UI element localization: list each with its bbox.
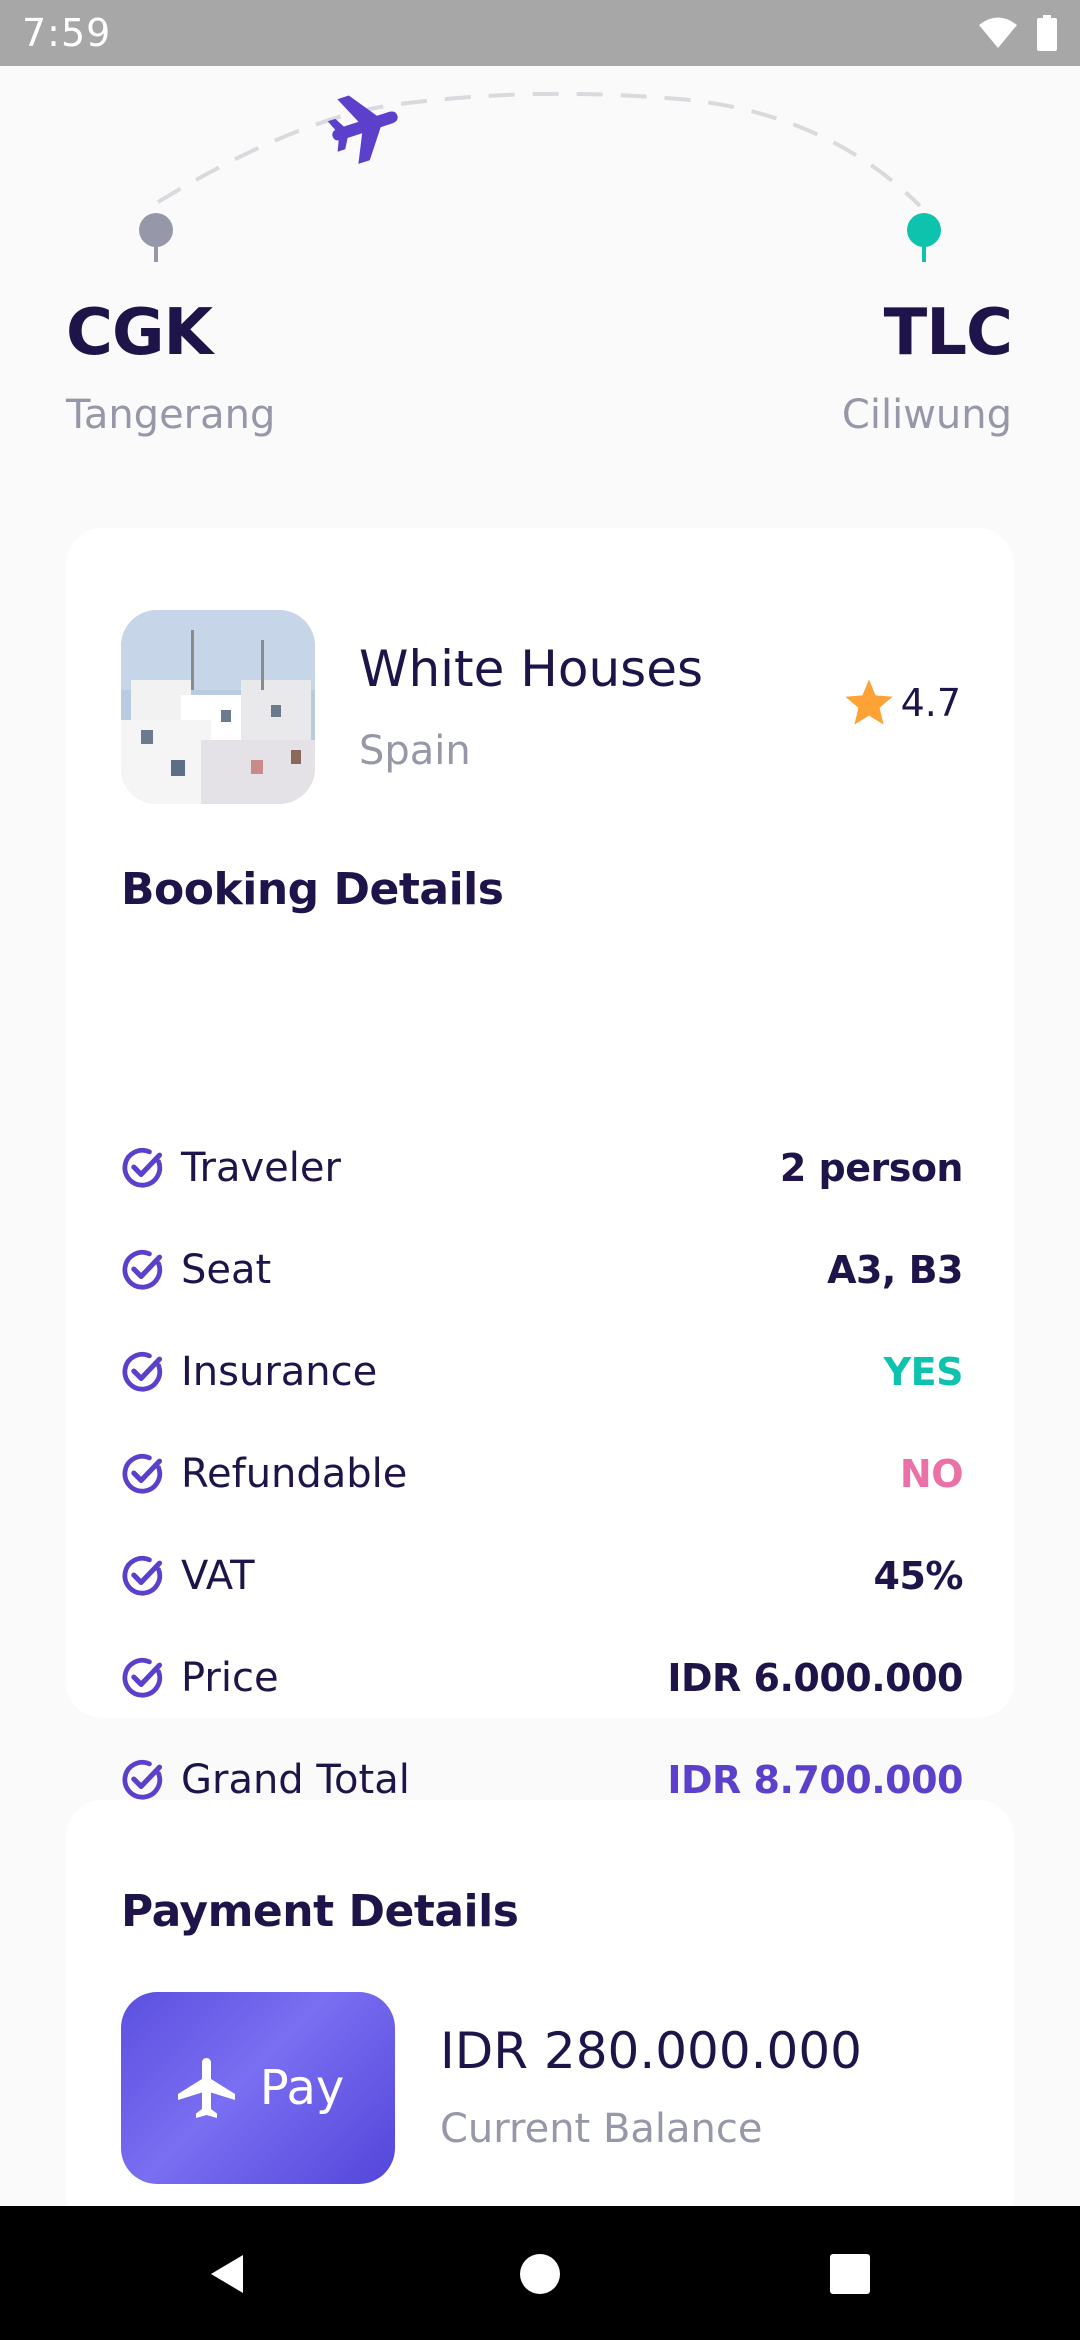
- recents-icon: [830, 2254, 870, 2294]
- destination-pin-icon: [907, 213, 941, 262]
- rating-value: 4.7: [900, 681, 961, 725]
- route-arc: [139, 91, 941, 262]
- check-circle-icon: [122, 1249, 163, 1290]
- booking-card: White Houses Spain 4.7 Booking Details T…: [66, 528, 1014, 1803]
- check-circle-icon: [122, 1351, 163, 1392]
- check-circle-icon: [122, 1453, 163, 1494]
- navigation-bar: [0, 2206, 1080, 2340]
- check-circle-icon: [122, 1657, 163, 1698]
- booking-row-seat: Seat A3, B3: [121, 1240, 963, 1300]
- check-circle-icon: [122, 1759, 163, 1800]
- pay-button-label: Pay: [259, 2060, 345, 2116]
- status-icons: [978, 15, 1058, 51]
- booking-row-label: Price: [181, 1655, 279, 1701]
- route-header: CGK Tangerang TLC Ciliwung: [0, 66, 1080, 486]
- destination-country: Spain: [359, 728, 471, 774]
- wifi-icon: [979, 17, 1017, 48]
- booking-row-label: Traveler: [181, 1145, 341, 1191]
- payment-details-title: Payment Details: [121, 1886, 519, 1937]
- origin-city: Tangerang: [66, 392, 276, 438]
- booking-row-label-group: Refundable: [121, 1451, 407, 1497]
- destination-row[interactable]: White Houses Spain 4.7: [121, 610, 961, 806]
- booking-row-value: A3, B3: [827, 1248, 963, 1292]
- home-icon: [520, 2254, 560, 2294]
- booking-row-label: Grand Total: [181, 1757, 410, 1803]
- booking-row-label-group: Seat: [121, 1247, 271, 1293]
- origin-code: CGK: [66, 296, 213, 370]
- booking-row-label-group: Traveler: [121, 1145, 341, 1191]
- recents-button[interactable]: [818, 2242, 882, 2306]
- booking-row-label: Seat: [181, 1247, 272, 1293]
- booking-row-insurance: Insurance YES: [121, 1342, 964, 1402]
- booking-details-title: Booking Details: [121, 864, 504, 915]
- booking-row-label-group: Price: [121, 1655, 279, 1701]
- booking-row-value: NO: [899, 1452, 964, 1496]
- star-icon: [844, 679, 893, 725]
- battery-icon: [1037, 15, 1057, 51]
- destination-city: Ciliwung: [841, 392, 1012, 438]
- origin-pin-icon: [139, 213, 173, 262]
- booking-row-label: Insurance: [181, 1349, 378, 1395]
- rating: 4.7: [841, 676, 961, 730]
- booking-row-label-group: VAT: [121, 1553, 255, 1599]
- balance-amount: IDR 280.000.000: [440, 2022, 862, 2080]
- booking-row-label: Refundable: [181, 1451, 408, 1497]
- airplane-icon: [327, 95, 398, 164]
- booking-row-value: 45%: [873, 1554, 964, 1598]
- check-circle-icon: [122, 1555, 163, 1596]
- airplane-icon: [177, 2058, 235, 2118]
- booking-row-price: Price IDR 6.000.000: [121, 1648, 963, 1708]
- booking-row-value: IDR 6.000.000: [667, 1656, 963, 1700]
- destination-name: White Houses: [359, 640, 704, 698]
- home-button[interactable]: [508, 2242, 572, 2306]
- status-bar: 7:59: [0, 0, 1080, 66]
- booking-row-value: YES: [883, 1350, 964, 1394]
- booking-row-label-group: Insurance: [121, 1349, 377, 1395]
- destination-code: TLC: [883, 296, 1013, 370]
- booking-row-label: VAT: [181, 1553, 255, 1599]
- back-icon: [211, 2255, 243, 2293]
- back-button[interactable]: [196, 2242, 260, 2306]
- booking-row-refundable: Refundable NO: [121, 1444, 964, 1504]
- booking-row-value: 2 person: [779, 1146, 964, 1190]
- status-time: 7:59: [22, 11, 112, 55]
- check-circle-icon: [122, 1147, 163, 1188]
- booking-row-label-group: Grand Total: [121, 1757, 410, 1803]
- pay-button[interactable]: Pay: [121, 1992, 395, 2184]
- booking-row-traveler: Traveler 2 person: [121, 1138, 964, 1198]
- destination-thumbnail: [121, 610, 315, 804]
- balance-label: Current Balance: [440, 2106, 763, 2152]
- booking-row-vat: VAT 45%: [121, 1546, 964, 1606]
- booking-row-value: IDR 8.700.000: [667, 1758, 963, 1802]
